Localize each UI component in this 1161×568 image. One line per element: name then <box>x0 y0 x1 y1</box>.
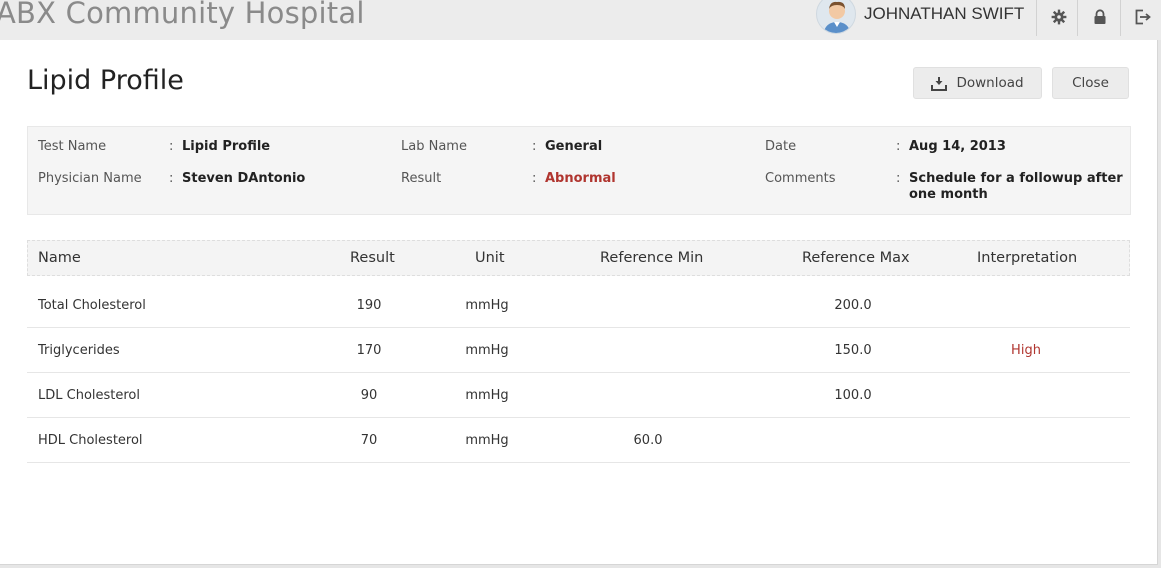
comments-label: Comments <box>765 171 836 186</box>
col-header-name: Name <box>38 250 81 266</box>
table-row: Triglycerides 170 mmHg 150.0 High <box>27 328 1130 373</box>
test-name-label: Test Name <box>38 139 107 154</box>
date-value: Aug 14, 2013 <box>909 139 1006 154</box>
cell-name: Triglycerides <box>38 343 120 358</box>
col-header-unit: Unit <box>475 250 505 266</box>
date-label: Date <box>765 139 797 154</box>
separator: : <box>169 171 174 186</box>
col-header-result: Result <box>350 250 395 266</box>
cell-result: 70 <box>360 433 378 448</box>
cell-interpretation: High <box>1011 343 1041 358</box>
cell-unit: mmHg <box>465 433 509 448</box>
result-label: Result <box>401 171 442 186</box>
cell-unit: mmHg <box>465 298 509 313</box>
cell-unit: mmHg <box>465 388 509 403</box>
lock-icon[interactable] <box>1089 6 1111 28</box>
user-menu[interactable]: JOHNATHAN SWIFT <box>816 0 1024 36</box>
lab-name-label: Lab Name <box>401 139 467 154</box>
lab-name-value: General <box>545 139 603 154</box>
cell-ref-max: 150.0 <box>834 343 872 358</box>
table-row: HDL Cholesterol 70 mmHg 60.0 <box>27 418 1130 463</box>
hospital-name: ABX Community Hospital <box>0 0 365 30</box>
test-info-box: Test Name : Lipid Profile Physician Name… <box>27 126 1131 215</box>
cell-result: 90 <box>360 388 378 403</box>
divider <box>1077 0 1078 36</box>
download-button[interactable]: Download <box>913 67 1042 99</box>
user-name[interactable]: JOHNATHAN SWIFT <box>864 4 1024 24</box>
top-bar: ABX Community Hospital JOHNATHAN SWIFT <box>0 0 1161 40</box>
cell-unit: mmHg <box>465 343 509 358</box>
test-name-value: Lipid Profile <box>182 139 271 154</box>
cell-name: Total Cholesterol <box>38 298 146 313</box>
cell-ref-min: 60.0 <box>633 433 663 448</box>
lab-result-panel: Lipid Profile Download Close Test Name :… <box>0 40 1158 565</box>
separator: : <box>169 139 174 154</box>
physician-value: Steven DAntonio <box>182 171 306 186</box>
download-icon <box>931 76 948 91</box>
separator: : <box>532 139 537 154</box>
col-header-ref-max: Reference Max <box>802 250 910 266</box>
logout-icon[interactable] <box>1132 6 1154 28</box>
cell-name: LDL Cholesterol <box>38 388 141 403</box>
cell-result: 190 <box>356 298 382 313</box>
page-title: Lipid Profile <box>27 65 184 96</box>
separator: : <box>532 171 537 186</box>
comments-value-line1: Schedule for a followup after <box>909 171 1123 186</box>
table-row: LDL Cholesterol 90 mmHg 100.0 <box>27 373 1130 418</box>
cell-ref-max: 200.0 <box>834 298 872 313</box>
divider <box>1120 0 1121 36</box>
col-header-ref-min: Reference Min <box>600 250 704 266</box>
comments-value-line2: one month <box>909 187 988 202</box>
result-status-value: Abnormal <box>545 171 616 186</box>
separator: : <box>896 139 901 154</box>
cell-result: 170 <box>356 343 382 358</box>
user-avatar[interactable] <box>816 0 856 34</box>
gear-icon[interactable] <box>1048 6 1070 28</box>
cell-name: HDL Cholesterol <box>38 433 143 448</box>
divider <box>1036 0 1037 36</box>
cell-ref-max: 100.0 <box>834 388 872 403</box>
separator: : <box>896 171 901 186</box>
col-header-interpretation: Interpretation <box>977 250 1078 266</box>
close-label: Close <box>1072 75 1109 91</box>
close-button[interactable]: Close <box>1052 67 1129 99</box>
results-table-header: Name Result Unit Reference Min Reference… <box>27 240 1130 276</box>
download-label: Download <box>956 75 1024 91</box>
physician-label: Physician Name <box>38 171 142 186</box>
table-row: Total Cholesterol 190 mmHg 200.0 <box>27 283 1130 328</box>
